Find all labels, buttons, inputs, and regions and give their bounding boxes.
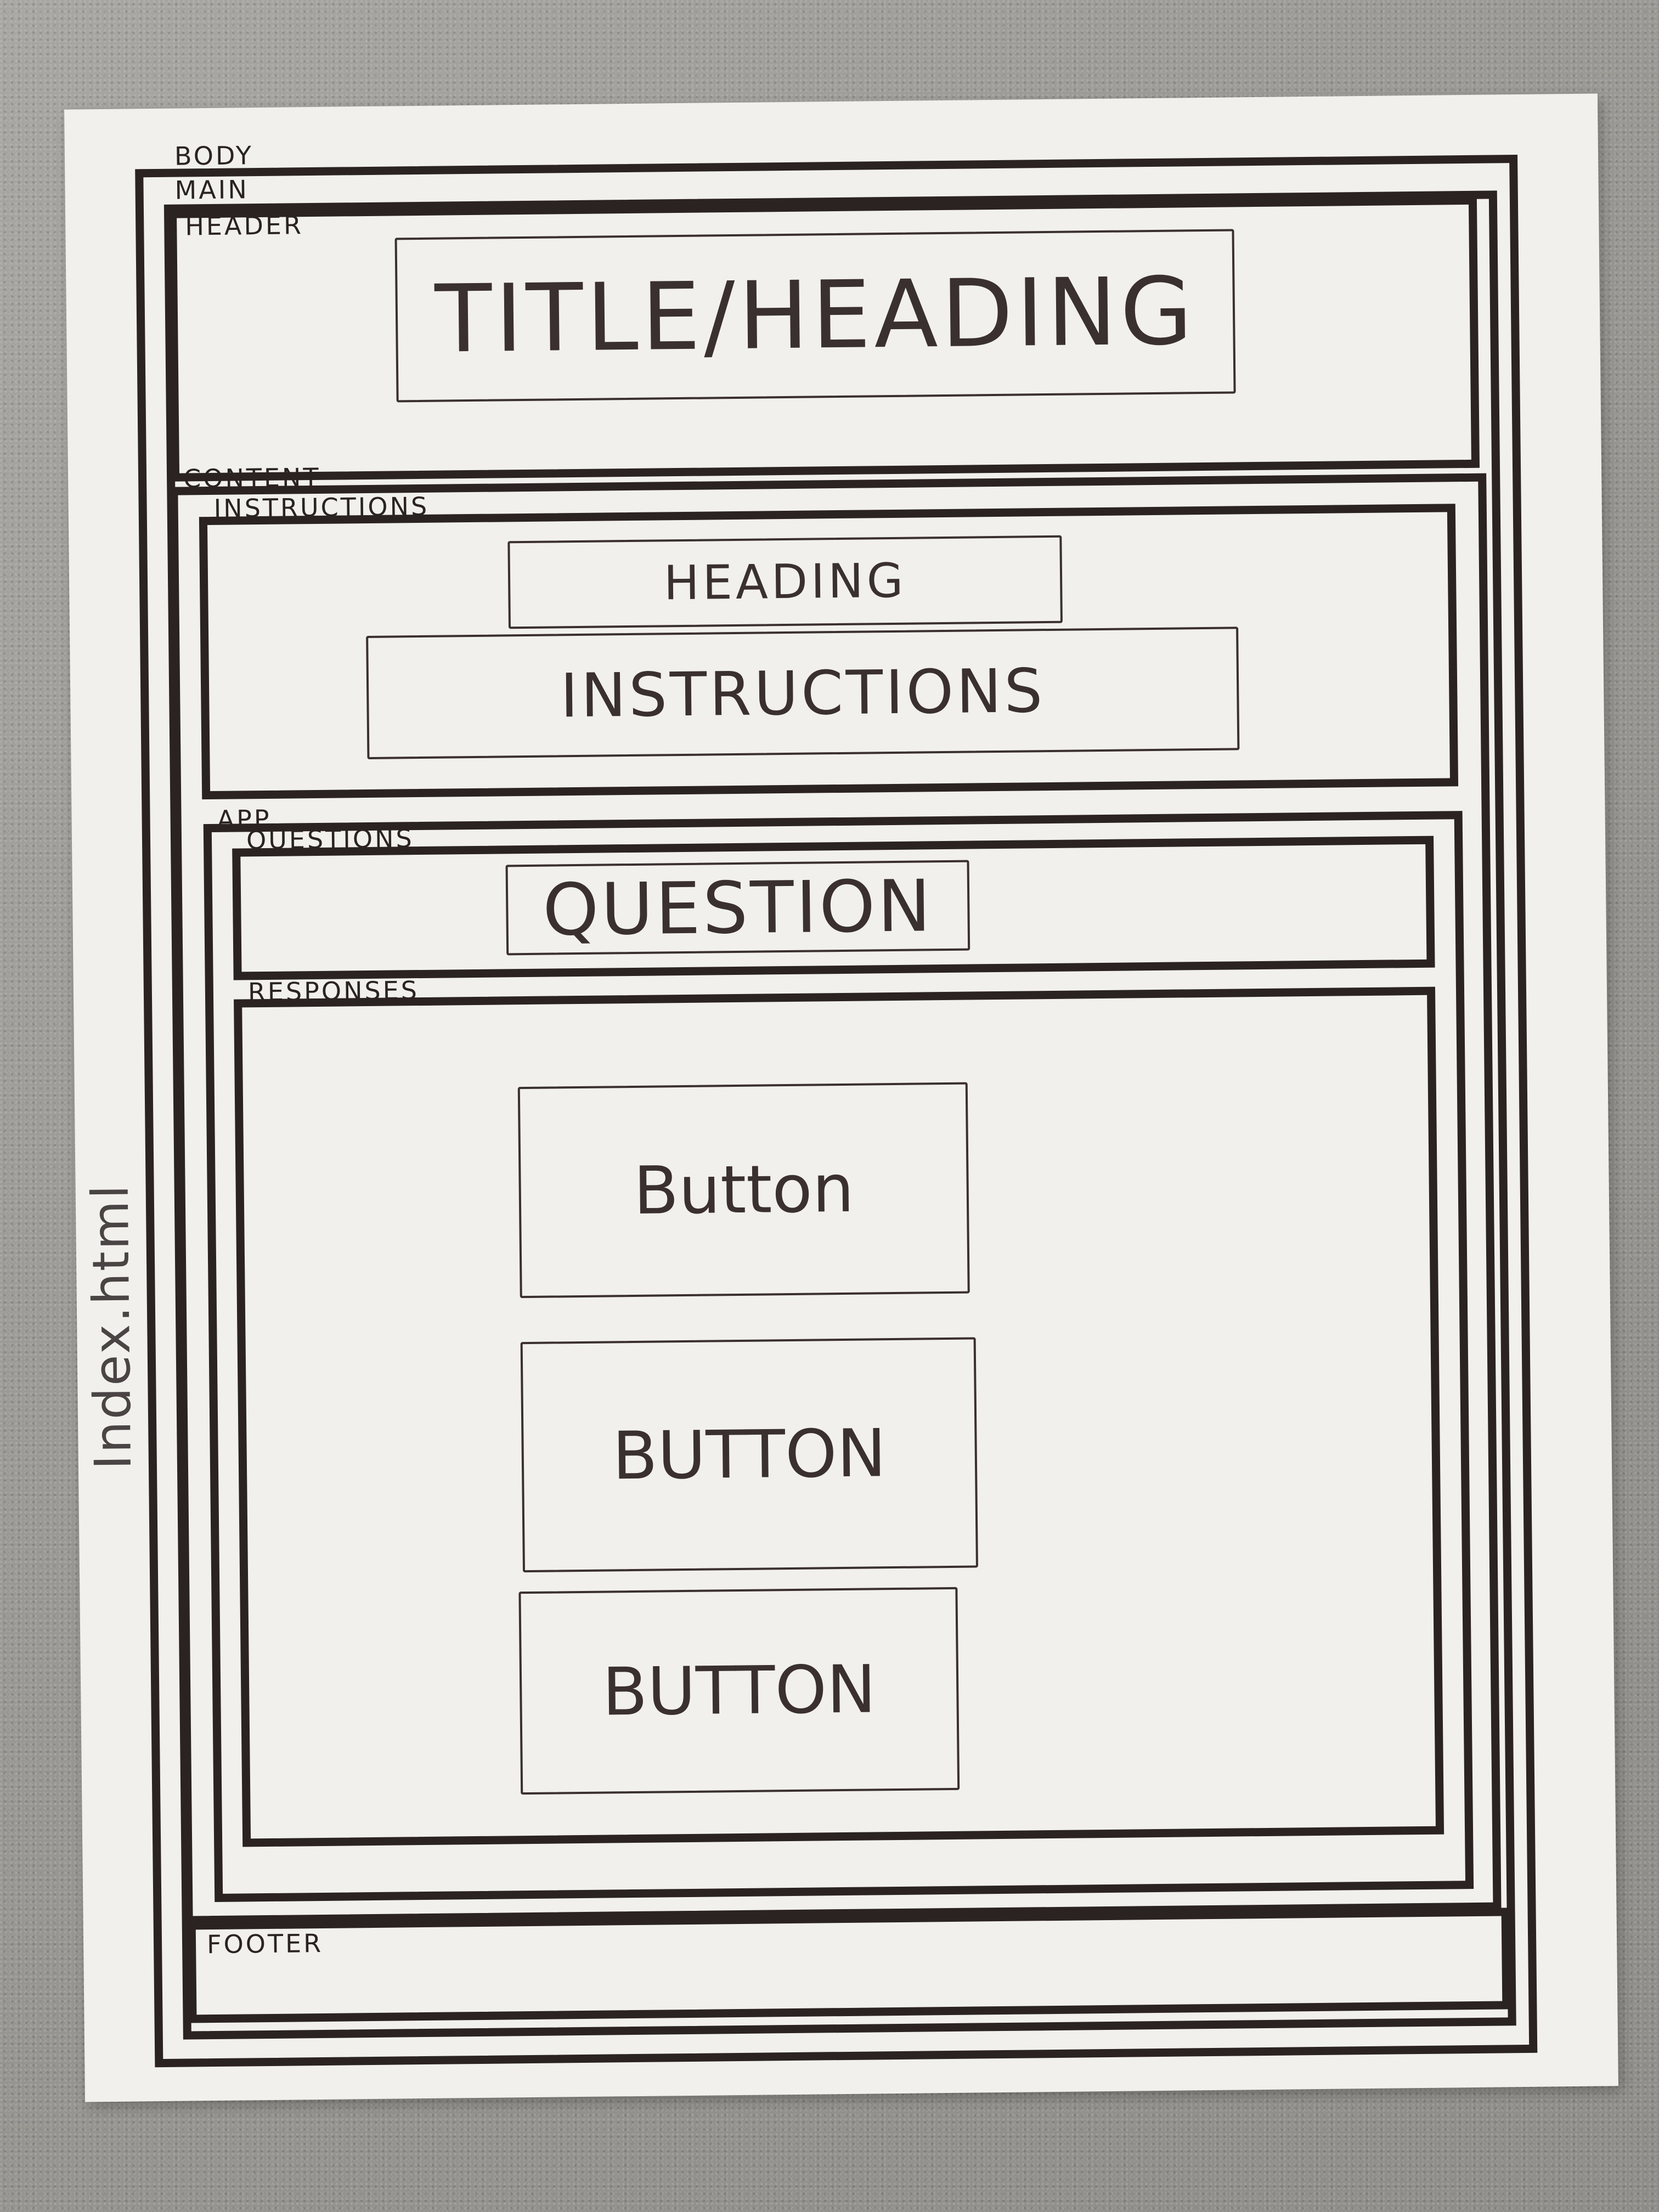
paper-sheet: Index.html BODY MAIN HEADER TITLE/HEADIN… <box>64 93 1618 2102</box>
page-filename-note: Index.html <box>81 1183 143 1470</box>
main-label: MAIN <box>174 174 250 205</box>
instructions-text: INSTRUCTIONS <box>366 627 1240 760</box>
response-button-1[interactable]: Button <box>517 1082 970 1299</box>
instructions-heading: HEADING <box>507 535 1063 629</box>
response-button-2[interactable]: BUTTON <box>520 1337 978 1573</box>
response-button-3[interactable]: BUTTON <box>518 1587 960 1795</box>
body-label: BODY <box>174 140 254 171</box>
question-text: QUESTION <box>505 860 970 956</box>
page-title: TITLE/HEADING <box>394 229 1236 403</box>
footer-container <box>187 1908 1511 2023</box>
